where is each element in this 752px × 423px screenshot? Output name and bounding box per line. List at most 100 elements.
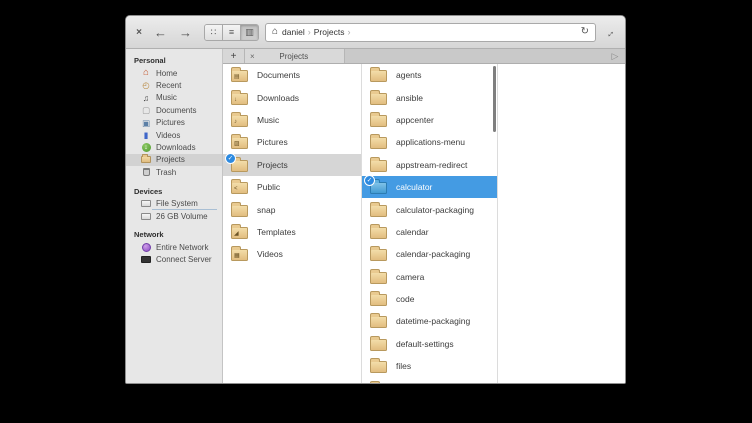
drive-glyph bbox=[141, 200, 151, 207]
file-item-calculator[interactable]: ✓ calculator bbox=[362, 176, 497, 198]
refresh-icon: ↻ bbox=[581, 26, 589, 37]
tab-projects[interactable]: × Projects bbox=[245, 49, 345, 63]
file-item-applications-menu[interactable]: applications-menu bbox=[362, 131, 497, 153]
file-item-files[interactable]: files bbox=[362, 355, 497, 377]
file-item-projects[interactable]: ✓Projects bbox=[223, 154, 361, 176]
sidebar-item-26-gb-volume[interactable]: 26 GB Volume bbox=[126, 210, 222, 222]
file-item-calculator-packaging[interactable]: calculator-packaging bbox=[362, 198, 497, 220]
file-item-documents[interactable]: ▤ Documents bbox=[223, 64, 361, 86]
folder-glyph bbox=[141, 156, 151, 163]
file-item-agents[interactable]: agents bbox=[362, 64, 497, 86]
file-item-label: applications-menu bbox=[396, 137, 465, 147]
file-item-pictures[interactable]: ▨Pictures bbox=[223, 131, 361, 153]
sidebar-item-entire-network[interactable]: Entire Network bbox=[126, 241, 222, 253]
file-item-appcenter[interactable]: appcenter bbox=[362, 109, 497, 131]
file-item-public[interactable]: <Public bbox=[223, 176, 361, 198]
crumb-separator-icon: › bbox=[347, 27, 350, 37]
sidebar-item-downloads[interactable]: ↓Downloads bbox=[126, 141, 222, 153]
folder-icon bbox=[370, 249, 387, 261]
file-item-appstream-redirect[interactable]: appstream-redirect bbox=[362, 154, 497, 176]
file-item-label: calculator-packaging bbox=[396, 205, 474, 215]
maximize-button[interactable]: ↔ bbox=[602, 23, 618, 41]
folder-icon: ↓ bbox=[231, 93, 248, 105]
sidebar-item-videos[interactable]: ▮Videos bbox=[126, 129, 222, 141]
sidebar-item-projects[interactable]: Projects bbox=[126, 154, 222, 166]
grid-view-button[interactable]: ∷ bbox=[205, 25, 223, 40]
file-item-ansible[interactable]: ansible bbox=[362, 86, 497, 108]
file-item-label: ansible bbox=[396, 93, 423, 103]
file-item-camera[interactable]: camera bbox=[362, 266, 497, 288]
sidebar-item-label: Trash bbox=[156, 168, 176, 177]
sidebar-item-music[interactable]: ♫Music bbox=[126, 92, 222, 104]
file-item-music[interactable]: ♪ Music bbox=[223, 109, 361, 131]
file-item-label: Downloads bbox=[257, 93, 299, 103]
file-item-default-settings[interactable]: default-settings bbox=[362, 333, 497, 355]
folder-icon bbox=[370, 227, 387, 239]
file-item-templates[interactable]: ◢Templates bbox=[223, 221, 361, 243]
sidebar-folder-icon bbox=[141, 156, 151, 163]
file-item-label: files bbox=[396, 361, 411, 371]
tab-bar: + × Projects ▷︎ bbox=[223, 49, 625, 64]
refresh-button[interactable]: ↻ bbox=[581, 27, 589, 37]
file-item-label: Music bbox=[257, 115, 279, 125]
window-close-button[interactable]: × bbox=[133, 27, 145, 38]
file-item-videos[interactable]: ▦Videos bbox=[223, 243, 361, 265]
file-item-gala[interactable]: gala bbox=[362, 377, 497, 383]
path-crumb[interactable]: Projects bbox=[314, 27, 345, 37]
downloads-glyph: ↓ bbox=[142, 143, 151, 152]
file-item-label: calendar bbox=[396, 227, 429, 237]
file-item-datetime-packaging[interactable]: datetime-packaging bbox=[362, 310, 497, 332]
sidebar-pictures-icon: ▣ bbox=[141, 119, 151, 128]
folder-icon bbox=[370, 70, 387, 82]
file-item-label: Projects bbox=[257, 160, 288, 170]
sidebar-item-documents[interactable]: ▢ Documents bbox=[126, 104, 222, 116]
sidebar-item-label: Documents bbox=[156, 106, 196, 115]
path-bar[interactable]: ⌂ daniel›Projects› ↻ bbox=[265, 23, 596, 42]
template-emblem-icon: ◢ bbox=[234, 231, 239, 238]
home-glyph: ⌂ bbox=[143, 68, 149, 78]
new-tab-button[interactable]: + bbox=[223, 49, 245, 63]
sidebar-documents-icon: ▢ bbox=[141, 106, 151, 115]
tab-bar-filler bbox=[345, 49, 605, 63]
folder-icon: ♪ bbox=[231, 115, 248, 127]
picture-emblem-icon: ▨ bbox=[234, 141, 240, 148]
home-icon: ⌂ bbox=[272, 27, 278, 37]
selected-check-badge: ✓ bbox=[364, 175, 375, 186]
sidebar-item-trash[interactable]: Trash bbox=[126, 166, 222, 178]
folder-icon bbox=[370, 339, 387, 351]
drive-glyph bbox=[141, 213, 151, 220]
sidebar-item-connect-server[interactable]: Connect Server bbox=[126, 254, 222, 266]
sidebar-item-recent[interactable]: ◴Recent bbox=[126, 79, 222, 91]
folder-icon bbox=[370, 115, 387, 127]
sidebar-item-pictures[interactable]: ▣Pictures bbox=[126, 117, 222, 129]
folder-icon bbox=[370, 316, 387, 328]
file-item-snap[interactable]: snap bbox=[223, 198, 361, 220]
file-item-label: calculator bbox=[396, 182, 432, 192]
sidebar-item-label: Music bbox=[156, 93, 177, 102]
desktop-background: × ← → ∷ ≡ ▥ ⌂ daniel›Projects› ↻ ↔ Perso… bbox=[0, 0, 752, 423]
column-view-button[interactable]: ▥ bbox=[241, 25, 258, 40]
file-item-label: Documents bbox=[257, 70, 300, 80]
file-browser-columns: ▤Documents↓Downloads♪Music▨Pictures✓Proj… bbox=[223, 64, 625, 383]
tab-history-button[interactable]: ▷︎ bbox=[605, 49, 625, 63]
sidebar-globe-icon bbox=[141, 243, 151, 252]
folder-icon: ✓ bbox=[370, 182, 387, 194]
scrollbar-thumb[interactable] bbox=[493, 66, 496, 132]
folder-icon bbox=[231, 205, 248, 217]
sidebar-header-personal: Personal bbox=[126, 53, 222, 67]
forward-button[interactable]: → bbox=[176, 26, 195, 39]
path-crumb[interactable]: daniel bbox=[282, 27, 305, 37]
file-item-label: calendar-packaging bbox=[396, 249, 470, 259]
column-home-directory: ▤ Documents ↓ Downloads ♪ Music ▨Pictures✓Proj… bbox=[223, 64, 362, 383]
list-view-button[interactable]: ≡ bbox=[223, 25, 241, 40]
crumb-separator-icon: › bbox=[308, 27, 311, 37]
sidebar-item-home[interactable]: ⌂Home bbox=[126, 67, 222, 79]
file-item-calendar[interactable]: calendar bbox=[362, 221, 497, 243]
file-item-code[interactable]: code bbox=[362, 288, 497, 310]
sidebar-item-file-system[interactable]: File System bbox=[126, 198, 222, 210]
file-item-downloads[interactable]: ↓ Downloads bbox=[223, 86, 361, 108]
back-button[interactable]: ← bbox=[151, 26, 170, 39]
file-item-calendar-packaging[interactable]: calendar-packaging bbox=[362, 243, 497, 265]
tab-close-icon[interactable]: × bbox=[250, 52, 255, 61]
document-emblem-icon: ▤ bbox=[234, 74, 240, 81]
